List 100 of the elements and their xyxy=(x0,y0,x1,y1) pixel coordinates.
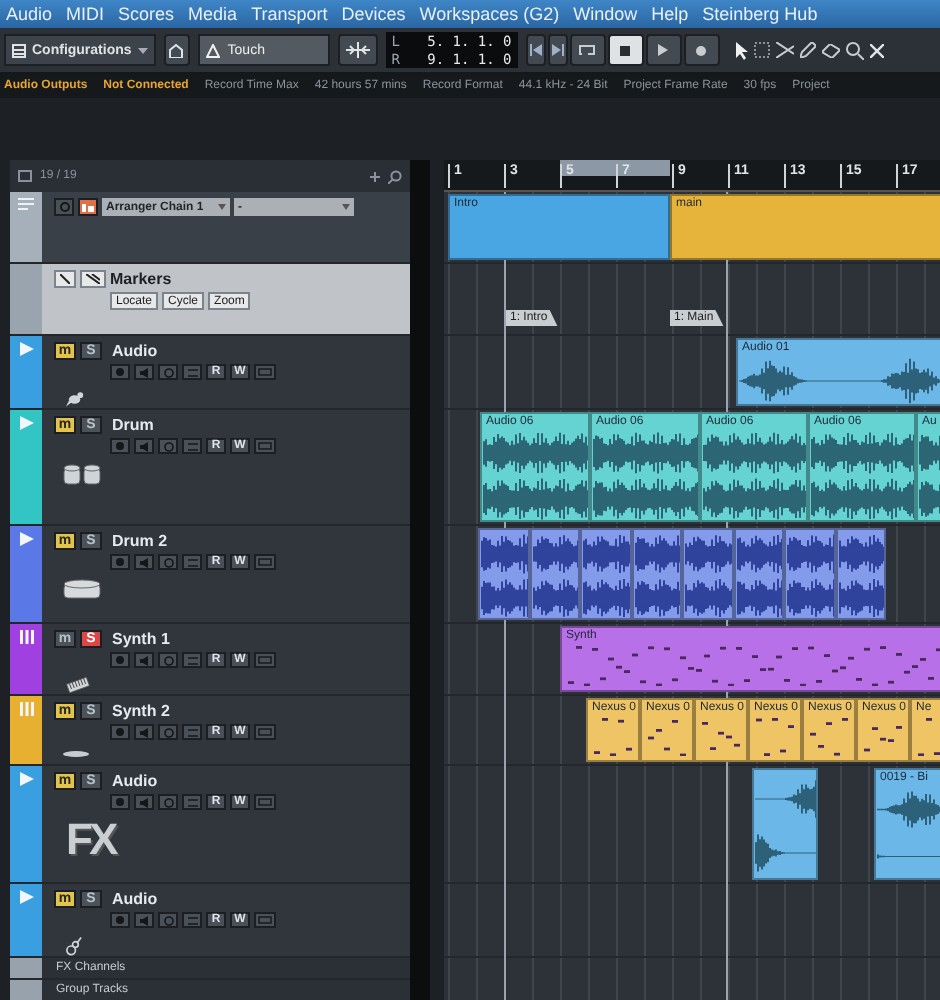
edit-button[interactable] xyxy=(254,794,276,810)
timebase-button[interactable] xyxy=(158,652,178,668)
edit-button[interactable] xyxy=(254,912,276,928)
monitor-button[interactable] xyxy=(134,554,154,570)
go-to-end-button[interactable] xyxy=(547,34,568,66)
timebase-button[interactable] xyxy=(158,438,178,454)
audio-clip[interactable] xyxy=(682,528,734,620)
lane-button[interactable] xyxy=(182,652,202,668)
bars-icon xyxy=(19,630,33,644)
range-icon[interactable] xyxy=(753,42,770,58)
list-icon xyxy=(12,43,26,57)
zoom-icon[interactable] xyxy=(845,41,864,59)
search-icon[interactable] xyxy=(388,169,402,183)
automation-button[interactable] xyxy=(337,34,378,66)
audio-clip[interactable] xyxy=(836,528,886,620)
speaker-icon xyxy=(139,915,149,925)
timebase-button[interactable] xyxy=(158,364,178,380)
midi-notes-drawing xyxy=(756,718,794,757)
audio-clip[interactable] xyxy=(752,768,818,880)
play-button[interactable] xyxy=(645,34,682,66)
triangle-icon xyxy=(19,532,33,546)
monitor-button[interactable] xyxy=(134,438,154,454)
audio-clip[interactable] xyxy=(784,528,836,620)
audio-clip[interactable] xyxy=(478,528,530,620)
go-to-start-button[interactable] xyxy=(525,34,546,66)
menu-item[interactable]: Window xyxy=(573,4,638,24)
rectangle-icon xyxy=(258,798,272,806)
edit-button[interactable] xyxy=(254,554,276,570)
edit-button[interactable] xyxy=(254,652,276,668)
monitor-button[interactable] xyxy=(134,724,154,740)
speaker-icon xyxy=(139,655,149,665)
record-enable-button[interactable] xyxy=(110,794,130,810)
audio-clip[interactable] xyxy=(580,528,632,620)
record-enable-button[interactable] xyxy=(110,724,130,740)
menu-item[interactable]: Scores xyxy=(118,4,175,24)
audio-clip[interactable] xyxy=(734,528,784,620)
previous-marker-button[interactable] xyxy=(54,270,76,288)
lane-button[interactable] xyxy=(182,554,202,570)
edit-button[interactable] xyxy=(254,724,276,740)
timebase-button[interactable] xyxy=(158,554,178,570)
eraser-icon[interactable] xyxy=(821,43,840,57)
lane-button[interactable] xyxy=(182,724,202,740)
scissors-icon[interactable] xyxy=(775,42,794,58)
arranger-mode-button[interactable] xyxy=(78,198,98,216)
record-enable-button[interactable] xyxy=(110,912,130,928)
audio-clip[interactable] xyxy=(530,528,580,620)
monitor-button[interactable] xyxy=(134,652,154,668)
menu-item[interactable]: Transport xyxy=(251,4,328,24)
triangle-icon xyxy=(19,342,33,356)
menu-item[interactable]: Steinberg Hub xyxy=(702,4,818,24)
mute-tool-icon[interactable] xyxy=(869,43,884,57)
list-icon[interactable] xyxy=(18,170,32,182)
cycle-button[interactable] xyxy=(569,34,606,66)
waveform-drawing xyxy=(582,530,630,618)
keyboard-icon xyxy=(62,676,94,694)
guitar-icon xyxy=(62,936,86,956)
menu-item[interactable]: Workspaces (G2) xyxy=(419,4,560,24)
circle-icon xyxy=(59,202,69,212)
record-enable-button[interactable] xyxy=(110,652,130,668)
timebase-button[interactable] xyxy=(158,794,178,810)
stop-button[interactable] xyxy=(607,34,644,66)
next-marker-button[interactable] xyxy=(80,270,106,288)
pencil-icon[interactable] xyxy=(799,42,816,58)
menu-item[interactable]: MIDI xyxy=(66,4,105,24)
timebase-button[interactable] xyxy=(158,912,178,928)
waveform-drawing xyxy=(532,530,578,618)
record-button[interactable] xyxy=(683,34,720,66)
edit-button[interactable] xyxy=(254,364,276,380)
pointer-icon[interactable] xyxy=(735,41,748,59)
dot-icon xyxy=(116,558,124,566)
monitor-button[interactable] xyxy=(134,794,154,810)
lane-button[interactable] xyxy=(182,438,202,454)
folder-color-strip xyxy=(10,958,42,978)
timebase-button[interactable] xyxy=(158,724,178,740)
record-enable-button[interactable] xyxy=(110,554,130,570)
caret-icon xyxy=(137,47,148,53)
lane-button[interactable] xyxy=(182,794,202,810)
track-name: Drum xyxy=(112,416,154,434)
double-slash-icon xyxy=(86,274,100,284)
caret-icon xyxy=(342,204,350,210)
locator-range[interactable] xyxy=(560,160,670,176)
circle-icon xyxy=(163,797,173,807)
record-enable-button[interactable] xyxy=(110,364,130,380)
menu-item[interactable]: Help xyxy=(651,4,689,24)
menu-item[interactable]: Audio xyxy=(6,4,53,24)
lane-button[interactable] xyxy=(182,912,202,928)
add-icon[interactable] xyxy=(370,171,380,181)
menu-item[interactable]: Devices xyxy=(341,4,406,24)
edit-button[interactable] xyxy=(254,438,276,454)
monitor-button[interactable] xyxy=(134,912,154,928)
monitor-button[interactable] xyxy=(134,364,154,380)
go-to-start-icon xyxy=(529,44,542,56)
record-enable-button[interactable] xyxy=(110,438,130,454)
audio-clip[interactable] xyxy=(632,528,682,620)
menu-item[interactable]: Media xyxy=(188,4,238,24)
home-button[interactable] xyxy=(163,34,190,66)
triangle-icon xyxy=(19,416,33,430)
lines-icon xyxy=(187,557,197,567)
circle-icon xyxy=(163,557,173,567)
lane-button[interactable] xyxy=(182,364,202,380)
